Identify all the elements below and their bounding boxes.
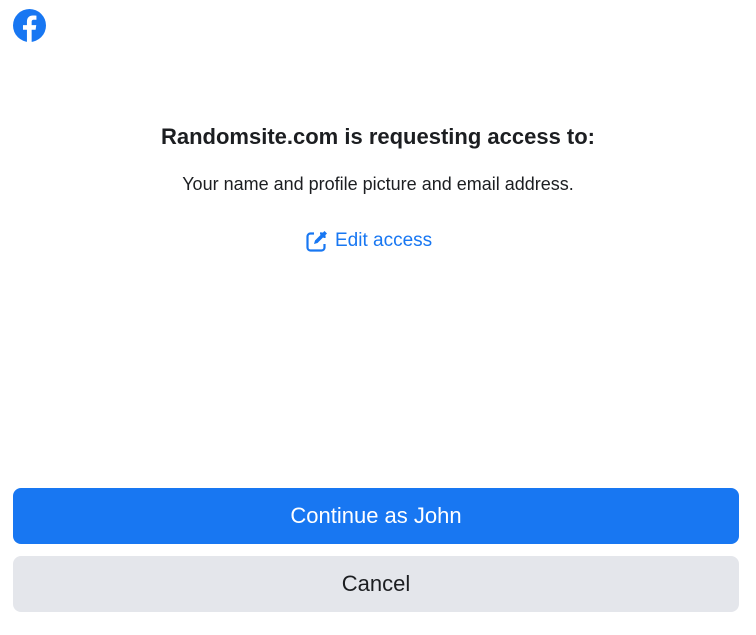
edit-access-link[interactable]: Edit access	[305, 227, 432, 255]
facebook-logo-icon	[13, 9, 46, 42]
continue-button[interactable]: Continue as John	[13, 488, 739, 544]
continue-button-label: Continue as John	[290, 503, 462, 528]
access-description: Your name and profile picture and email …	[182, 174, 574, 194]
cancel-button-label: Cancel	[341, 571, 411, 596]
cancel-button[interactable]: Cancel	[13, 556, 739, 612]
page-title: Randomsite.com is requesting access to:	[160, 124, 596, 149]
edit-icon	[305, 229, 329, 253]
edit-access-label: Edit access	[335, 230, 433, 251]
